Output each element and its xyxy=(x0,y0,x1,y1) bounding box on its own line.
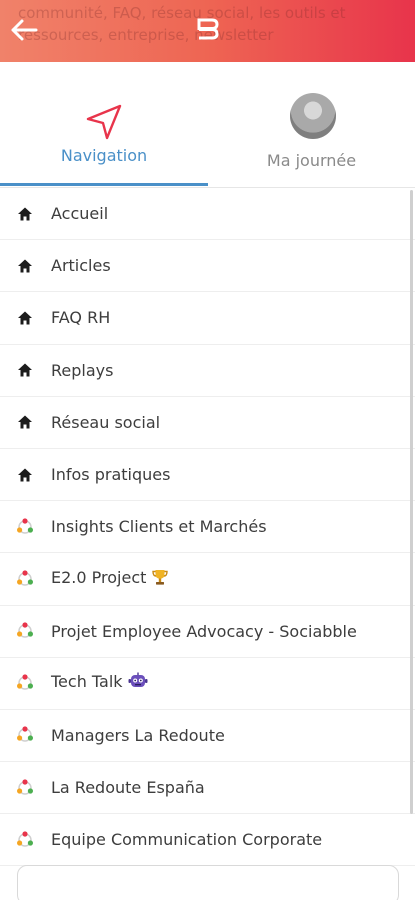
list-item-label: Réseau social xyxy=(51,412,161,432)
community-icon xyxy=(15,830,35,850)
list-item[interactable]: Projet Employee Advocacy - Sociabble xyxy=(0,606,415,658)
list-item[interactable]: Infos pratiques xyxy=(0,449,415,502)
bottom-panel[interactable] xyxy=(17,865,399,900)
list-item-label: Equipe Communication Corporate xyxy=(51,830,323,850)
back-button[interactable] xyxy=(6,12,42,48)
list-item-label: E2.0 Project xyxy=(51,568,169,590)
list-item[interactable]: Replays xyxy=(0,345,415,397)
list-item[interactable]: E2.0 Project xyxy=(0,553,415,606)
home-icon xyxy=(15,360,35,380)
active-tab-indicator xyxy=(0,183,208,186)
list-item-label: Accueil xyxy=(51,204,109,224)
navigation-arrow-icon xyxy=(86,104,122,140)
list-item-label: Tech Talk xyxy=(51,672,148,694)
scrollbar[interactable] xyxy=(410,190,413,814)
navigation-list: Accueil Articles FAQ RH Replays Réseau s… xyxy=(0,188,415,867)
list-item-text: Tech Talk xyxy=(51,672,123,692)
list-item-label: Managers La Redoute xyxy=(51,725,225,745)
list-item-label: Replays xyxy=(51,360,114,380)
list-item-label: FAQ RH xyxy=(51,308,111,328)
home-icon xyxy=(15,412,35,432)
list-item-label: Infos pratiques xyxy=(51,465,171,485)
trophy-icon xyxy=(151,568,169,590)
tab-navigation-label: Navigation xyxy=(60,146,148,165)
tab-navigation[interactable]: Navigation xyxy=(0,62,208,188)
list-item[interactable]: Tech Talk xyxy=(0,658,415,710)
list-item-label: Articles xyxy=(51,256,111,276)
community-icon xyxy=(15,517,35,537)
tab-ma-journee-label: Ma journée xyxy=(266,151,357,170)
list-item-label: Projet Employee Advocacy - Sociabble xyxy=(51,621,357,641)
home-icon xyxy=(15,256,35,276)
app-logo xyxy=(195,16,221,42)
tab-bar: Navigation Ma journée xyxy=(0,62,415,188)
list-item[interactable]: FAQ RH xyxy=(0,292,415,345)
list-item[interactable]: Equipe Communication Corporate xyxy=(0,814,415,867)
list-item-label: La Redoute España xyxy=(51,778,205,798)
app-header: communité, FAQ, réseau social, les outil… xyxy=(0,0,415,62)
list-item[interactable]: Insights Clients et Marchés xyxy=(0,501,415,554)
list-item[interactable]: Accueil xyxy=(0,188,415,241)
home-icon xyxy=(15,465,35,485)
community-icon xyxy=(15,621,35,641)
avatar xyxy=(290,93,336,139)
home-icon xyxy=(15,308,35,328)
robot-icon xyxy=(128,672,148,694)
home-icon xyxy=(15,204,35,224)
community-icon xyxy=(15,778,35,798)
community-icon xyxy=(15,569,35,589)
arrow-left-icon xyxy=(11,19,38,41)
list-item-text: E2.0 Project xyxy=(51,567,147,587)
list-item[interactable]: Articles xyxy=(0,240,415,293)
list-item[interactable]: La Redoute España xyxy=(0,762,415,815)
list-item[interactable]: Managers La Redoute xyxy=(0,710,415,763)
community-icon xyxy=(15,725,35,745)
list-item-label: Insights Clients et Marchés xyxy=(51,517,267,537)
list-item[interactable]: Réseau social xyxy=(0,397,415,449)
community-icon xyxy=(15,673,35,693)
tab-ma-journee[interactable]: Ma journée xyxy=(208,62,415,188)
